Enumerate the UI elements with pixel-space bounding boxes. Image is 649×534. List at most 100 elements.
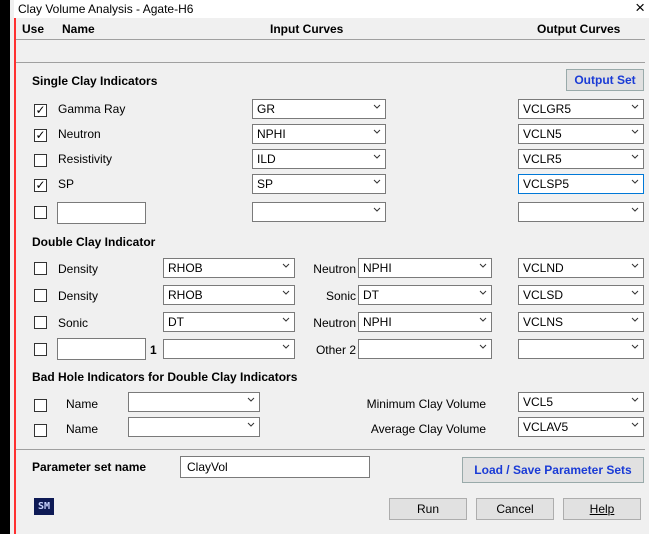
header-output-curves: Output Curves <box>537 22 621 36</box>
custom-double-output-select[interactable] <box>518 339 644 359</box>
single-row-name: Resistivity <box>58 152 113 166</box>
sp-input-select[interactable]: SP <box>252 174 386 194</box>
custom-single-input-select[interactable] <box>252 202 386 222</box>
neutron-input-select[interactable]: NPHI <box>252 124 386 144</box>
chevron-down-icon <box>631 344 639 349</box>
single-row-name: SP <box>58 177 75 191</box>
sonic-neutron-input1-select[interactable]: DT <box>163 312 295 332</box>
chevron-down-icon <box>631 290 639 295</box>
custom-double-input2-select[interactable] <box>358 339 492 359</box>
custom-double-input1-select[interactable] <box>163 339 295 359</box>
single-row-name: Neutron <box>58 127 101 141</box>
custom-double-name-input[interactable] <box>57 338 146 360</box>
density-neutron-input2-select[interactable]: NPHI <box>358 258 492 278</box>
custom-single-name-input[interactable] <box>57 202 146 224</box>
min-clay-volume-output-select[interactable]: VCL5 <box>518 392 644 412</box>
window-title: Clay Volume Analysis - Agate-H6 <box>18 2 194 16</box>
chevron-down-icon <box>479 290 487 295</box>
sonic-neutron-input2-select[interactable]: NPHI <box>358 312 492 332</box>
custom-double-checkbox[interactable] <box>34 343 47 356</box>
badhole-avg-name-select[interactable] <box>128 417 260 437</box>
load-save-parameter-sets-button[interactable]: Load / Save Parameter Sets <box>462 457 644 483</box>
double-row-name2: Neutron <box>313 262 356 276</box>
header-name: Name <box>62 22 95 36</box>
double-row-name1: Density <box>58 262 99 276</box>
chevron-down-icon <box>373 104 381 109</box>
chevron-down-icon <box>373 207 381 212</box>
neutron-checkbox[interactable]: ✓ <box>34 128 47 142</box>
neutron-output-select[interactable]: VCLN5 <box>518 124 644 144</box>
header-input-curves: Input Curves <box>270 22 344 36</box>
sp-checkbox[interactable]: ✓ <box>34 178 47 192</box>
avg-clay-volume-output-select[interactable]: VCLAV5 <box>518 417 644 437</box>
density-neutron-output-select[interactable]: VCLND <box>518 258 644 278</box>
help-button[interactable]: Help <box>563 498 641 520</box>
sonic-neutron-output-select[interactable]: VCLNS <box>518 312 644 332</box>
chevron-down-icon <box>631 263 639 268</box>
custom-single-output-select[interactable] <box>518 202 644 222</box>
chevron-down-icon <box>247 397 255 402</box>
badhole-name-label: Name <box>66 422 99 436</box>
density-neutron-checkbox[interactable] <box>34 262 47 275</box>
double-row-name2: Other 2 <box>315 343 356 357</box>
resistivity-checkbox[interactable] <box>34 154 47 167</box>
chevron-down-icon <box>373 154 381 159</box>
double-row-name1: Density <box>58 289 99 303</box>
gamma-ray-input-select[interactable]: GR <box>252 99 386 119</box>
section-divider <box>16 62 645 63</box>
avg-clay-volume-label: Average Clay Volume <box>370 422 486 436</box>
chevron-down-icon <box>282 317 290 322</box>
check-icon: ✓ <box>35 128 46 142</box>
chevron-down-icon <box>631 154 639 159</box>
badhole-avg-checkbox[interactable] <box>34 424 47 437</box>
app-logo: SM <box>34 498 54 515</box>
chevron-down-icon <box>631 104 639 109</box>
check-icon: ✓ <box>35 178 46 192</box>
single-section-title: Single Clay Indicators <box>32 74 158 88</box>
chevron-down-icon <box>479 263 487 268</box>
badhole-min-name-select[interactable] <box>128 392 260 412</box>
run-button[interactable]: Run <box>389 498 467 520</box>
density-sonic-output-select[interactable]: VCLSD <box>518 285 644 305</box>
sp-output-select[interactable]: VCLSP5 <box>518 174 644 194</box>
density-sonic-input1-select[interactable]: RHOB <box>163 285 295 305</box>
title-bar: Clay Volume Analysis - Agate-H6 × <box>14 0 649 18</box>
single-row-name: Gamma Ray <box>58 102 126 116</box>
badhole-section-title: Bad Hole Indicators for Double Clay Indi… <box>32 370 298 384</box>
left-edge-bar <box>0 0 10 534</box>
left-red-marker <box>14 18 16 534</box>
exponent-label: 1 <box>150 343 157 357</box>
chevron-down-icon <box>282 263 290 268</box>
close-icon[interactable]: × <box>635 0 645 18</box>
check-icon: ✓ <box>35 103 46 117</box>
density-neutron-input1-select[interactable]: RHOB <box>163 258 295 278</box>
badhole-name-label: Name <box>66 397 99 411</box>
chevron-down-icon <box>479 344 487 349</box>
parameter-set-name-input[interactable]: ClayVol <box>180 456 370 478</box>
density-sonic-input2-select[interactable]: DT <box>358 285 492 305</box>
double-row-name1: Sonic <box>58 316 89 330</box>
chevron-down-icon <box>631 207 639 212</box>
gamma-ray-output-select[interactable]: VCLGR5 <box>518 99 644 119</box>
sonic-neutron-checkbox[interactable] <box>34 316 47 329</box>
chevron-down-icon <box>373 179 381 184</box>
min-clay-volume-label: Minimum Clay Volume <box>366 397 486 411</box>
resistivity-input-select[interactable]: ILD <box>252 149 386 169</box>
chevron-down-icon <box>247 422 255 427</box>
chevron-down-icon <box>479 317 487 322</box>
custom-single-checkbox[interactable] <box>34 206 47 219</box>
double-row-name2: Sonic <box>325 289 356 303</box>
parameter-set-label: Parameter set name <box>32 460 147 474</box>
resistivity-output-select[interactable]: VCLR5 <box>518 149 644 169</box>
gamma-ray-checkbox[interactable]: ✓ <box>34 103 47 117</box>
double-section-title: Double Clay Indicator <box>32 235 156 249</box>
double-row-name2: Neutron <box>313 316 356 330</box>
params-divider <box>16 449 645 450</box>
chevron-down-icon <box>631 397 639 402</box>
density-sonic-checkbox[interactable] <box>34 289 47 302</box>
chevron-down-icon <box>631 317 639 322</box>
chevron-down-icon <box>282 290 290 295</box>
cancel-button[interactable]: Cancel <box>476 498 554 520</box>
badhole-min-checkbox[interactable] <box>34 399 47 412</box>
output-set-button[interactable]: Output Set <box>566 69 644 91</box>
